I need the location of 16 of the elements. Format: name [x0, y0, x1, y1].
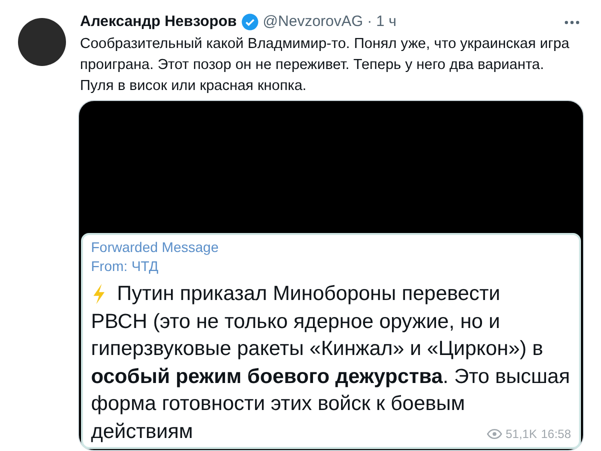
separator-dot: ·: [367, 12, 372, 32]
avatar[interactable]: [18, 18, 66, 66]
view-count: 51,1K: [506, 427, 537, 441]
author-name[interactable]: Александр Невзоров: [80, 12, 237, 32]
tweet-text: Сообразительный какой Владмимир-то. Понял уже, что украинская игра проиграна. Этот позор он не переживет. Теперь у него два варианта. Пуля в висок или красная кнопка.: [80, 35, 570, 96]
forward-source[interactable]: From: ЧТД: [91, 257, 573, 276]
message-time: 16:58: [540, 427, 571, 441]
media-frame[interactable]: [78, 100, 584, 451]
author-handle[interactable]: @NevzorovAG: [262, 12, 364, 32]
message-text: действиям: [91, 418, 193, 444]
message-text: Путин приказал Минобороны перевести: [117, 281, 500, 307]
lightning-icon: [91, 282, 107, 305]
more-icon[interactable]: [564, 20, 580, 24]
forward-label: Forwarded Message: [91, 238, 220, 257]
eye-icon: [486, 429, 502, 439]
tweet-time[interactable]: 1 ч: [376, 12, 396, 32]
